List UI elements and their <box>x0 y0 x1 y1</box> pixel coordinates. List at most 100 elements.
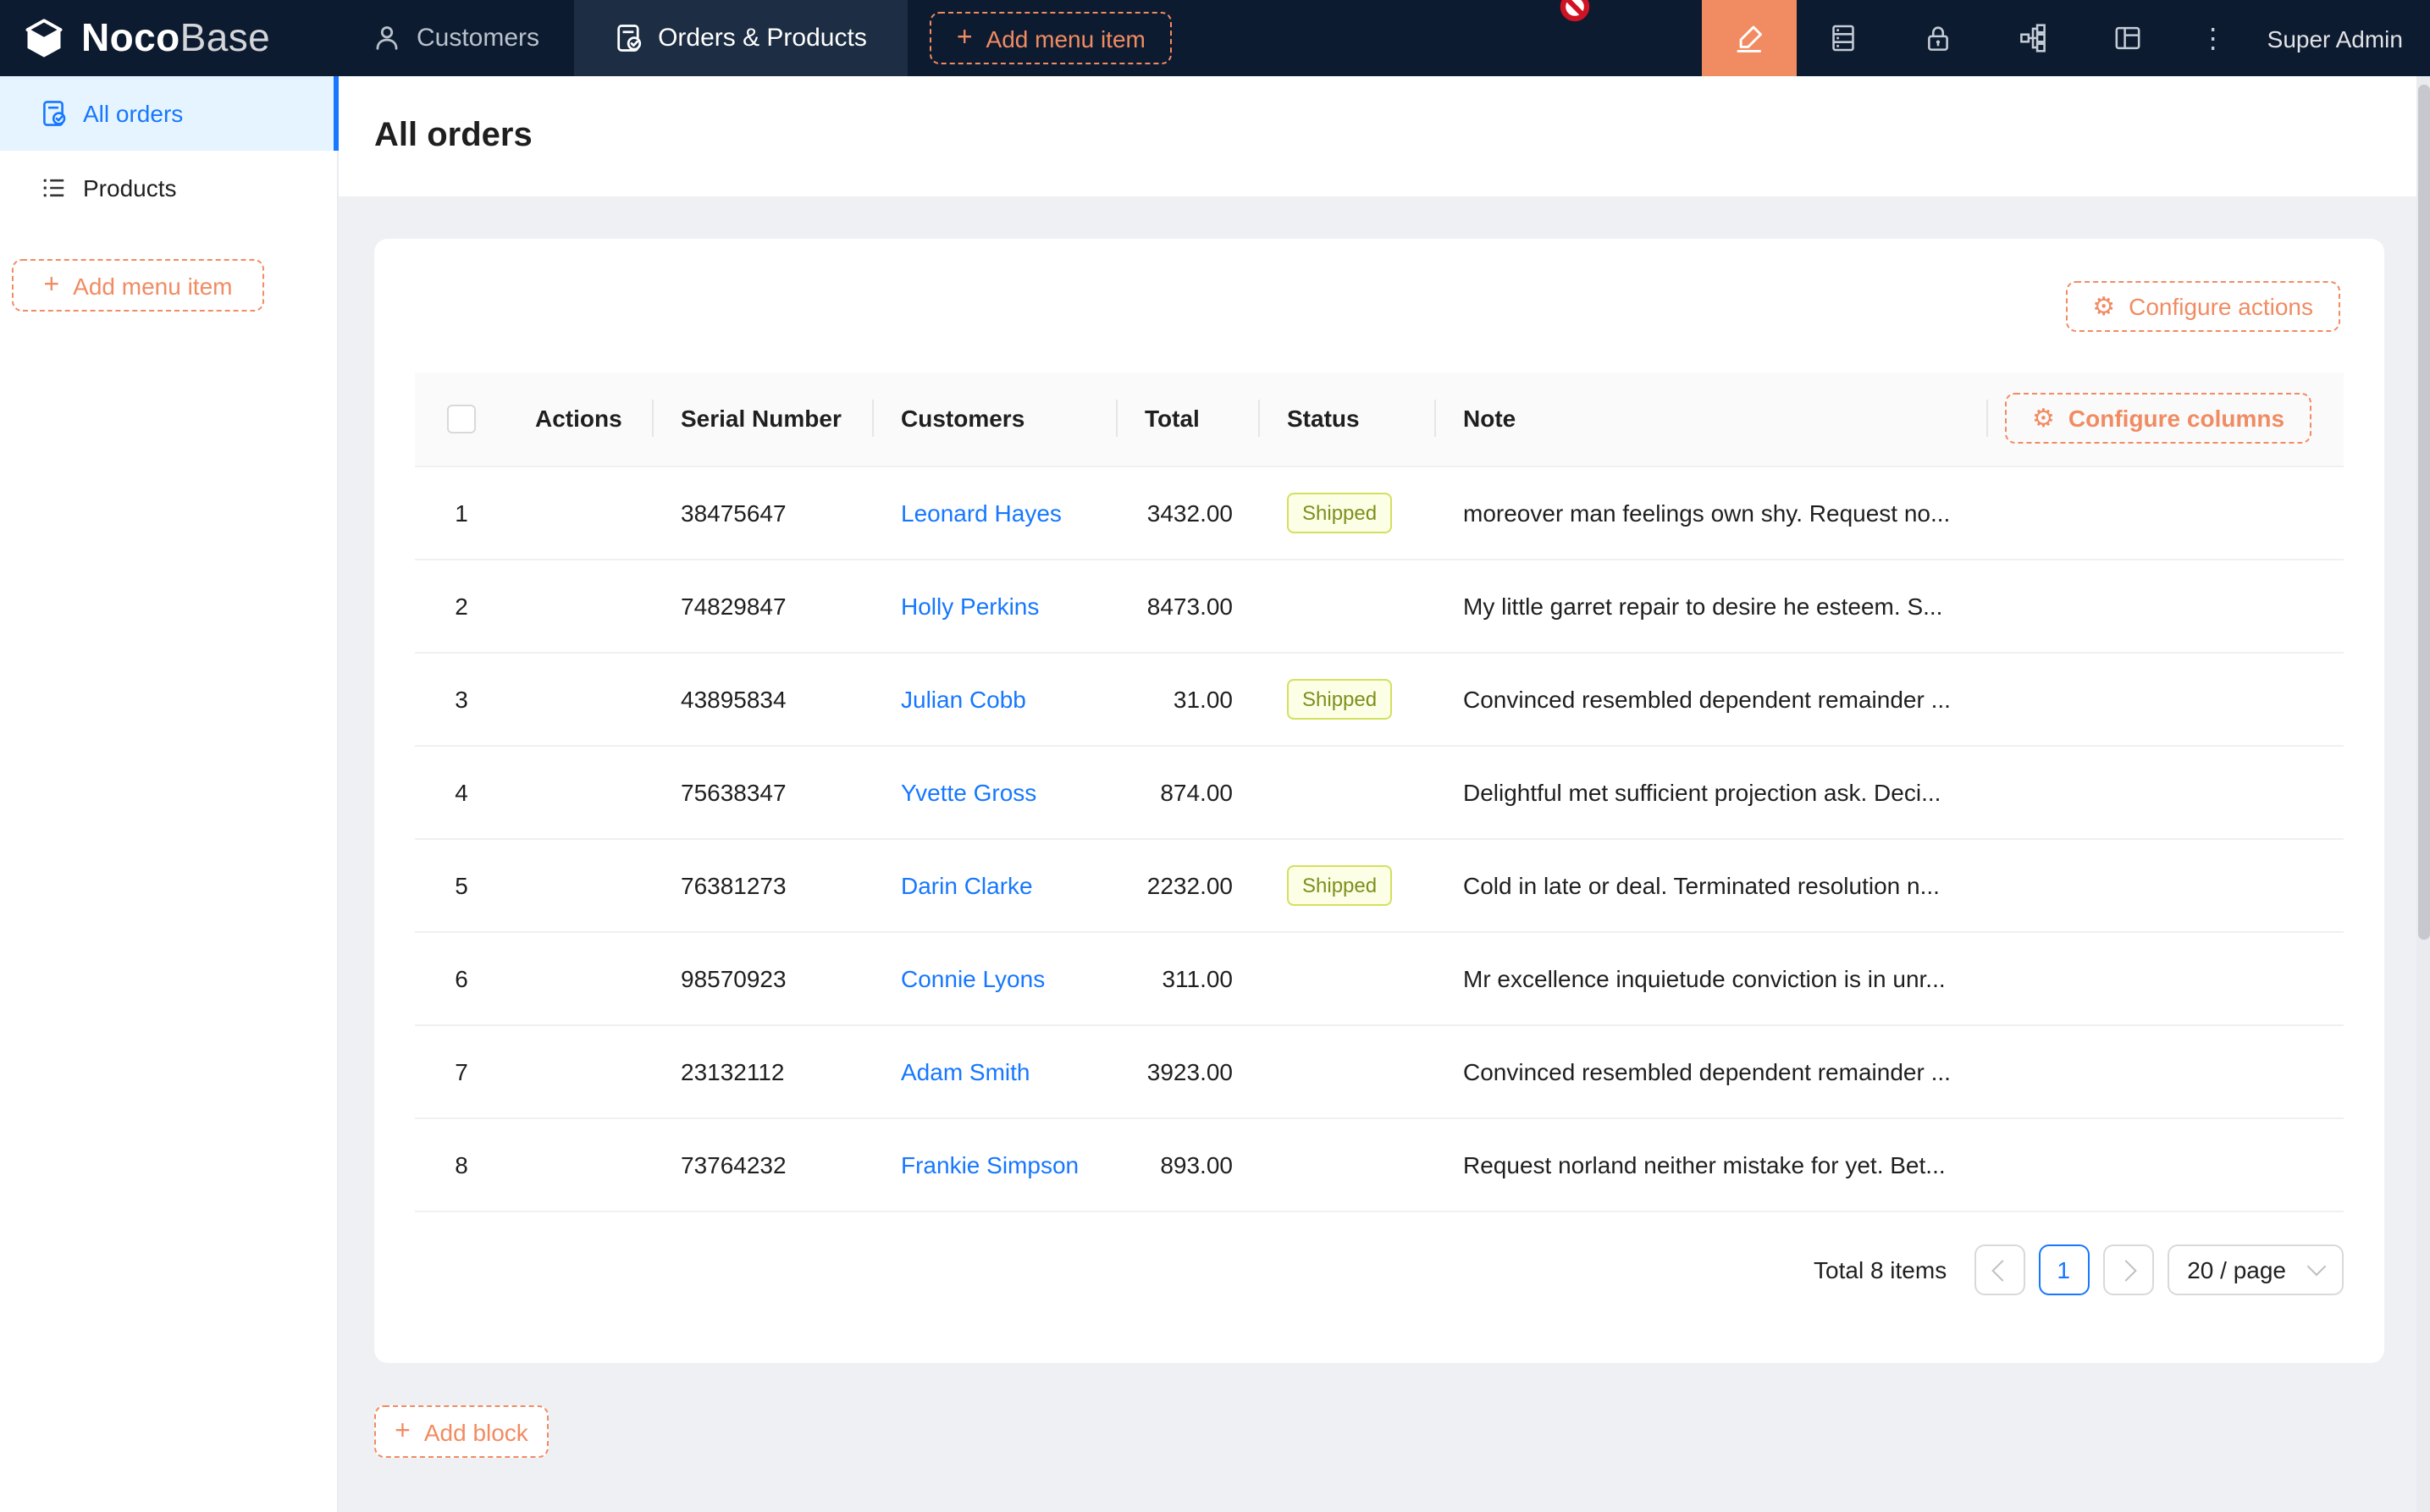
serial-number-cell: 73764232 <box>654 1117 874 1211</box>
select-all-checkbox[interactable] <box>447 405 476 433</box>
row-extra-cell <box>1988 1117 2344 1211</box>
row-extra-cell <box>1988 838 2344 931</box>
row-extra-cell <box>1988 652 2344 745</box>
status-cell: Shipped <box>1260 652 1436 745</box>
customer-link[interactable]: Frankie Simpson <box>901 1151 1079 1178</box>
nocobase-cube-icon <box>22 18 66 58</box>
row-index-cell: 2 <box>415 559 508 652</box>
sidebar-item-products[interactable]: Products <box>0 151 337 225</box>
scrollbar-thumb[interactable] <box>2417 85 2429 940</box>
note-cell: Delightful met sufficient projection ask… <box>1436 745 1988 838</box>
customer-link[interactable]: Darin Clarke <box>901 871 1033 898</box>
row-actions-cell <box>508 652 654 745</box>
customer-link[interactable]: Yvette Gross <box>901 778 1036 805</box>
pagination-prev-button[interactable] <box>1974 1244 2024 1295</box>
customer-cell: Yvette Gross <box>874 745 1118 838</box>
row-index-cell: 8 <box>415 1117 508 1211</box>
chevron-down-icon <box>2307 1257 2327 1277</box>
serial-number-cell: 76381273 <box>654 838 874 931</box>
table-row: 576381273Darin Clarke2232.00ShippedCold … <box>415 838 2344 931</box>
add-block-button[interactable]: + Add block <box>374 1405 549 1458</box>
sidebar-item-label: All orders <box>83 100 183 127</box>
row-extra-cell <box>1988 559 2344 652</box>
plus-icon: + <box>43 272 59 299</box>
row-index-cell: 1 <box>415 466 508 559</box>
plus-icon: + <box>395 1418 411 1445</box>
total-cell: 311.00 <box>1118 931 1260 1024</box>
status-tag: Shipped <box>1287 492 1392 533</box>
row-index-cell: 5 <box>415 838 508 931</box>
row-extra-cell <box>1988 745 2344 838</box>
status-cell: Shipped <box>1260 466 1436 559</box>
ui-editor-button[interactable] <box>1702 0 1797 76</box>
row-actions-cell <box>508 466 654 559</box>
scrollbar-track[interactable] <box>2416 76 2430 1512</box>
sidebar-item-label: Products <box>83 174 177 201</box>
gear-icon: ⚙ <box>2092 294 2115 319</box>
total-cell: 2232.00 <box>1118 838 1260 931</box>
customer-cell: Holly Perkins <box>874 559 1118 652</box>
table-row: 723132112Adam Smith3923.00Convinced rese… <box>415 1024 2344 1117</box>
gear-icon: ⚙ <box>2032 406 2055 432</box>
doc-check-icon <box>41 100 68 127</box>
plus-icon: + <box>957 25 973 52</box>
nav-add-menu-item-button[interactable]: + Add menu item <box>930 12 1173 64</box>
serial-number-cell: 98570923 <box>654 931 874 1024</box>
customer-cell: Frankie Simpson <box>874 1117 1118 1211</box>
pagination-page-1[interactable]: 1 <box>2038 1244 2089 1295</box>
nav-tab-orders-products[interactable]: Orders & Products <box>573 0 908 76</box>
total-cell: 3432.00 <box>1118 466 1260 559</box>
customer-link[interactable]: Holly Perkins <box>901 592 1039 619</box>
highlighter-icon <box>1734 23 1765 53</box>
collections-manager-button[interactable] <box>1797 0 1892 76</box>
status-cell <box>1260 931 1436 1024</box>
user-icon <box>373 24 401 52</box>
more-menu-button[interactable]: ⋮ <box>2176 0 2251 76</box>
select-all-header <box>415 372 508 466</box>
layout-button[interactable] <box>2081 0 2176 76</box>
column-header-serial-number: Serial Number <box>654 372 874 466</box>
pagination-next-button[interactable] <box>2102 1244 2153 1295</box>
note-cell: Convinced resembled dependent remainder … <box>1436 1024 1988 1117</box>
app-root: NocoBase Customers Orders & Products <box>0 0 2430 1512</box>
chevron-right-icon <box>2114 1259 2135 1280</box>
total-cell: 31.00 <box>1118 652 1260 745</box>
top-navbar: NocoBase Customers Orders & Products <box>0 0 2430 76</box>
access-control-button[interactable] <box>1892 0 1986 76</box>
page-size-select[interactable]: 20 / page <box>2167 1244 2344 1295</box>
note-cell: Request norland neither mistake for yet.… <box>1436 1117 1988 1211</box>
customer-cell: Leonard Hayes <box>874 466 1118 559</box>
table-row: 8 73764232 Frankie Simpson 893.00 Request no… <box>415 1117 2344 1211</box>
configure-columns-button[interactable]: ⚙ Configure columns <box>2005 394 2311 444</box>
user-menu[interactable]: Super Admin <box>2251 0 2430 76</box>
logo-text: NocoBase <box>81 15 270 61</box>
row-index-cell: 4 <box>415 745 508 838</box>
customer-link[interactable]: Julian Cobb <box>901 685 1026 712</box>
row-extra-cell <box>1988 466 2344 559</box>
chevron-left-icon <box>1991 1259 2012 1280</box>
note-cell: Cold in late or deal. Terminated resolut… <box>1436 838 1988 931</box>
serial-number-cell: 23132112 <box>654 1024 874 1117</box>
orders-table: Actions Serial Number Customers Total St… <box>415 372 2344 1211</box>
workflow-button[interactable] <box>1986 0 2081 76</box>
serial-number-cell: 43895834 <box>654 652 874 745</box>
sidebar-item-all-orders[interactable]: All orders <box>0 76 337 151</box>
customer-cell: Darin Clarke <box>874 838 1118 931</box>
total-cell: 893.00 <box>1118 1117 1260 1211</box>
column-header-status: Status <box>1260 372 1436 466</box>
total-cell: 874.00 <box>1118 745 1260 838</box>
configure-actions-button[interactable]: ⚙ Configure actions <box>2065 281 2340 332</box>
row-actions-cell <box>508 1024 654 1117</box>
table-body: 138475647Leonard Hayes3432.00Shippedmore… <box>415 466 2344 1211</box>
sidebar-add-menu-item-button[interactable]: + Add menu item <box>12 259 264 312</box>
table-header-row: Actions Serial Number Customers Total St… <box>415 372 2344 466</box>
row-index-cell: 7 <box>415 1024 508 1117</box>
customer-link[interactable]: Adam Smith <box>901 1057 1030 1084</box>
serial-number-cell: 74829847 <box>654 559 874 652</box>
customer-link[interactable]: Connie Lyons <box>901 964 1045 991</box>
customer-link[interactable]: Leonard Hayes <box>901 499 1062 526</box>
row-extra-cell <box>1988 931 2344 1024</box>
nocobase-logo[interactable]: NocoBase <box>0 0 339 76</box>
nav-tab-customers[interactable]: Customers <box>339 0 573 76</box>
status-cell <box>1260 559 1436 652</box>
